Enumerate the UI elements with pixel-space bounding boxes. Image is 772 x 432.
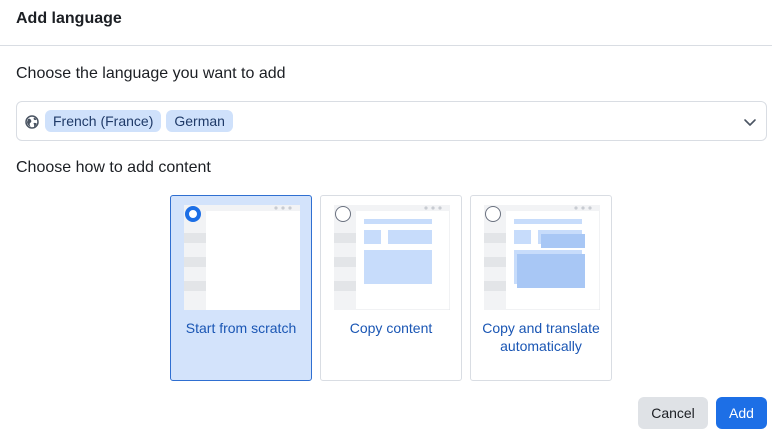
globe-icon xyxy=(25,115,39,129)
option-copy-and-translate[interactable]: Copy and translate automatically xyxy=(470,195,612,381)
language-label: Choose the language you want to add xyxy=(16,65,286,82)
blank-page-illustration xyxy=(184,205,300,310)
selected-languages: French (France) German xyxy=(45,110,233,132)
dialog-header: Add language xyxy=(0,0,772,46)
add-language-dialog: Add language Choose the language you wan… xyxy=(0,0,772,432)
language-chip-german[interactable]: German xyxy=(166,110,233,132)
option-label: Start from scratch xyxy=(185,320,297,336)
dialog-title: Add language xyxy=(16,10,122,27)
chevron-down-icon[interactable] xyxy=(742,114,758,130)
add-button[interactable]: Add xyxy=(716,397,767,429)
option-start-from-scratch[interactable]: Start from scratch xyxy=(170,195,312,381)
radio-start-from-scratch[interactable] xyxy=(185,206,201,222)
radio-copy-content[interactable] xyxy=(335,206,351,222)
option-label: Copy and translate automatically xyxy=(482,320,600,354)
content-method-label: Choose how to add content xyxy=(16,159,211,176)
translate-content-illustration xyxy=(484,205,600,310)
language-chip-french[interactable]: French (France) xyxy=(45,110,162,132)
radio-copy-and-translate[interactable] xyxy=(485,206,501,222)
language-select[interactable]: French (France) German xyxy=(16,101,767,141)
option-copy-content[interactable]: Copy content xyxy=(320,195,462,381)
cancel-button[interactable]: Cancel xyxy=(638,397,708,429)
copy-content-illustration xyxy=(334,205,450,310)
option-label: Copy content xyxy=(349,320,433,336)
content-method-options: Start from scratch Copy content Copy and… xyxy=(170,195,612,381)
